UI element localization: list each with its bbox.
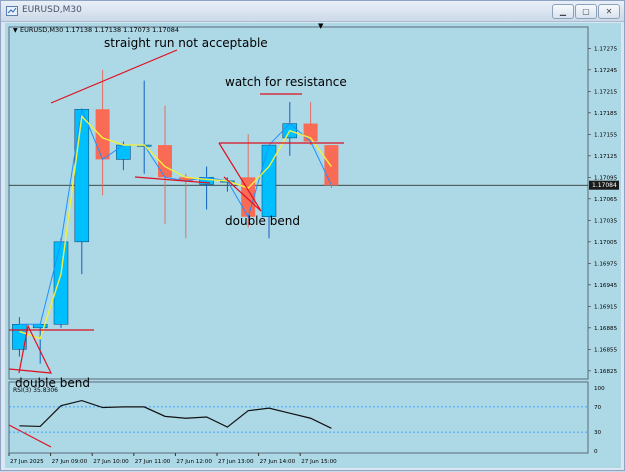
rsi-pane-frame (8, 381, 589, 454)
window-titlebar[interactable]: EURUSD,M30 ▁ ▢ ✕ (1, 1, 624, 22)
chart-symbol-info: EURUSD,M30 1.17138 1.17138 1.17073 1.170… (20, 26, 179, 34)
price-tick-label: 1.17215 (594, 89, 618, 95)
minimize-icon: ▁ (559, 7, 567, 16)
rsi-tick-label: 0 (594, 449, 598, 455)
chart-header-arrow: ▼ (13, 27, 18, 34)
time-tick-label: 27 Jun 10:00 (93, 459, 129, 465)
straight-run-annotation: straight run not acceptable (104, 36, 268, 50)
chart-window: EURUSD,M30 ▁ ▢ ✕ ▼ EURUSD,M30 1.17138 1.… (0, 0, 625, 471)
price-tick-label: 1.17245 (594, 68, 618, 74)
rsi-trendline[interactable] (8, 424, 52, 448)
double-bend-connector-line[interactable] (134, 176, 211, 184)
time-tick-label: 27 Jun 09:00 (52, 459, 88, 465)
bear-candle-body (95, 109, 110, 160)
price-tick-label: 1.16945 (594, 283, 618, 289)
bull-candle-body (116, 144, 131, 160)
minimize-button[interactable]: ▁ (552, 4, 574, 19)
watch-resistance-annotation: watch for resistance (225, 75, 347, 89)
current-price-label: 1.17084 (592, 182, 617, 189)
maximize-icon: ▢ (582, 7, 590, 16)
time-tick-label: 27 Jun 2025 (10, 459, 44, 465)
price-tick-label: 1.17275 (594, 46, 618, 52)
price-tick-label: 1.16885 (594, 326, 618, 332)
rsi-tick-label: 30 (594, 430, 602, 436)
price-tick-label: 1.17065 (594, 197, 618, 203)
rsi-tick-label: 100 (594, 386, 605, 392)
bull-candle-body (261, 144, 277, 217)
chart-shift-marker-icon: ▼ (318, 23, 324, 30)
time-tick-label: 27 Jun 14:00 (260, 459, 296, 465)
time-tick-label: 27 Jun 15:00 (301, 459, 337, 465)
double-bend-annotation: double bend (225, 214, 300, 228)
window-title: EURUSD,M30 (22, 5, 82, 15)
time-tick-label: 27 Jun 11:00 (135, 459, 171, 465)
price-tick-label: 1.17005 (594, 240, 618, 246)
rsi-axis: 100 70 30 0 (594, 386, 605, 455)
chart-window-icon (6, 6, 18, 16)
price-tick-label: 1.16825 (594, 369, 618, 375)
price-tick-label: 1.17035 (594, 218, 618, 224)
time-axis: 27 Jun 2025 27 Jun 09:00 27 Jun 10:00 27 Ju… (8, 453, 337, 465)
price-tick-label: 1.16975 (594, 261, 618, 267)
price-chart[interactable]: ▼ EURUSD,M30 1.17138 1.17138 1.17073 1.1… (5, 22, 621, 468)
price-tick-label: 1.16855 (594, 347, 618, 353)
chart-area[interactable]: ▼ EURUSD,M30 1.17138 1.17138 1.17073 1.1… (5, 22, 621, 468)
rsi-tick-label: 70 (594, 405, 602, 411)
time-tick-label: 27 Jun 12:00 (176, 459, 212, 465)
price-tick-label: 1.17185 (594, 111, 618, 117)
price-tick-label: 1.17155 (594, 132, 618, 138)
rsi-label: RSI(3) 35.8306 (13, 387, 58, 394)
rsi-line (19, 399, 332, 429)
close-icon: ✕ (605, 7, 613, 16)
time-tick-label: 27 Jun 13:00 (218, 459, 254, 465)
close-button[interactable]: ✕ (598, 4, 620, 19)
bull-candle-body (74, 109, 90, 243)
price-tick-label: 1.17095 (594, 175, 618, 181)
price-axis: 1.17275 1.17245 1.17215 1.17185 1.17155 1.171… (588, 46, 618, 375)
straight-run-trendline[interactable] (50, 49, 178, 104)
bull-candle-body (53, 241, 69, 325)
bear-candle-body (324, 145, 339, 186)
price-tick-label: 1.16915 (594, 304, 618, 310)
price-tick-label: 1.17125 (594, 154, 618, 160)
double-bend-lines[interactable] (218, 142, 262, 212)
maximize-button[interactable]: ▢ (575, 4, 597, 19)
